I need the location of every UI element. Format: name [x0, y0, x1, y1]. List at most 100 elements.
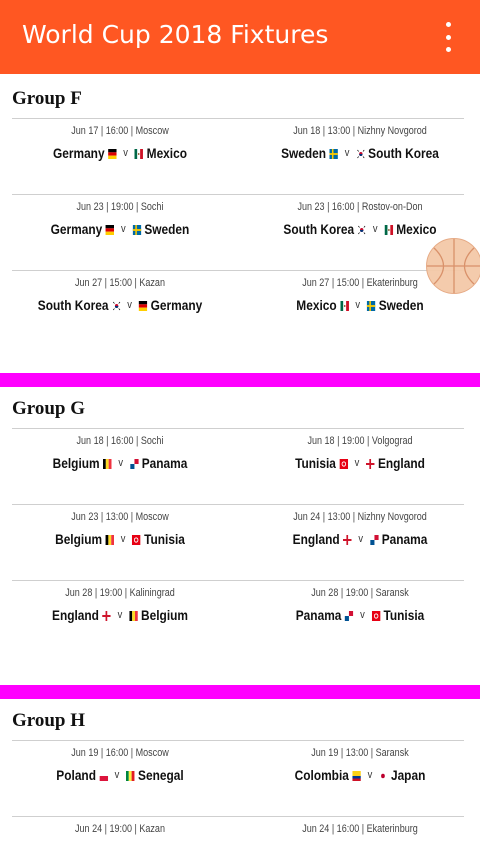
match-teams: Poland v Senegal: [18, 767, 222, 783]
colombia-flag-icon: [349, 767, 364, 783]
match-card[interactable]: Jun 19 | 13:00 | Saransk Colombia v Japan: [240, 747, 480, 783]
match-teams: England v Panama: [258, 531, 462, 547]
match-meta: Jun 28 | 19:00 | Kaliningrad: [65, 587, 175, 599]
match-teams: Belgium v Panama: [18, 455, 222, 471]
versus-label: v: [358, 533, 363, 545]
away-team: Sweden: [378, 297, 424, 313]
match-teams: South Korea v Mexico: [258, 221, 462, 237]
japan-flag-icon: [376, 767, 391, 783]
group-title: Group H: [12, 710, 86, 731]
match-meta: Jun 17 | 16:00 | Moscow: [71, 125, 169, 137]
versus-label: v: [120, 533, 126, 545]
poland-flag-icon: [96, 767, 111, 783]
row-separator: [12, 118, 464, 119]
match-meta: Jun 23 | 19:00 | Sochi: [76, 201, 164, 213]
south-korea-flag-icon: [353, 145, 368, 161]
match-card[interactable]: Jun 23 | 16:00 | Rostov-on-Don South Kore…: [240, 201, 480, 237]
match-teams: Panama v Tunisia: [258, 607, 462, 623]
match-card[interactable]: Jun 19 | 16:00 | Moscow Poland v Senegal: [0, 747, 240, 783]
match-teams: Belgium v Tunisia: [18, 531, 222, 547]
versus-label: v: [120, 223, 126, 235]
app-bar: World Cup 2018 Fixtures: [0, 0, 480, 74]
group-divider: [0, 373, 480, 387]
away-team: Tunisia: [383, 607, 425, 623]
versus-label: v: [117, 609, 123, 621]
row-separator: [12, 504, 464, 505]
germany-flag-icon: [135, 297, 150, 313]
group-title: Group F: [12, 88, 82, 109]
match-card[interactable]: Jun 18 | 13:00 | Nizhny Novgorod Sweden v S…: [240, 125, 480, 161]
tunisia-flag-icon: [336, 455, 351, 471]
match-card[interactable]: Jun 17 | 16:00 | Moscow Germany v Mexico: [0, 125, 240, 161]
england-flag-icon: [340, 531, 355, 547]
more-vert-icon[interactable]: [436, 22, 460, 52]
match-card[interactable]: Jun 27 | 15:00 | Kazan South Korea v German…: [0, 277, 240, 313]
england-flag-icon: [99, 607, 114, 623]
basketball-icon[interactable]: [426, 238, 480, 294]
match-card[interactable]: Jun 23 | 13:00 | Moscow Belgium v Tunisia: [0, 511, 240, 547]
app-title: World Cup 2018 Fixtures: [22, 20, 329, 49]
belgium-flag-icon: [126, 607, 141, 623]
match-card[interactable]: Jun 24 | 13:00 | Nizhny Novgorod England v…: [240, 511, 480, 547]
belgium-flag-icon: [100, 455, 115, 471]
mexico-flag-icon: [337, 297, 352, 313]
versus-label: v: [354, 457, 360, 469]
home-team: Germany: [52, 145, 105, 161]
home-team: Panama: [295, 607, 342, 623]
row-separator: [12, 194, 464, 195]
panama-flag-icon: [126, 455, 141, 471]
home-team: England: [52, 607, 99, 623]
match-meta: Jun 24 | 19:00 | Kazan: [75, 823, 165, 835]
group-title: Group G: [12, 398, 86, 419]
row-separator: [12, 428, 464, 429]
match-card[interactable]: Jun 24 | 16:00 | Ekaterinburg: [240, 823, 480, 835]
home-team: Tunisia: [295, 455, 336, 471]
versus-label: v: [118, 457, 123, 469]
away-team: Germany: [150, 297, 203, 313]
germany-flag-icon: [102, 221, 117, 237]
row-separator: [12, 270, 464, 271]
match-meta: Jun 18 | 19:00 | Volgograd: [307, 435, 413, 447]
away-team: Mexico: [396, 221, 437, 237]
away-team: Panama: [381, 531, 428, 547]
away-team: Mexico: [146, 145, 188, 161]
mexico-flag-icon: [381, 221, 396, 237]
row-separator: [12, 580, 464, 581]
match-teams: Germany v Sweden: [18, 221, 222, 237]
match-teams: Sweden v South Korea: [258, 145, 462, 161]
match-meta: Jun 19 | 13:00 | Saransk: [311, 747, 409, 759]
home-team: Mexico: [296, 297, 337, 313]
panama-flag-icon: [341, 607, 356, 623]
home-team: Poland: [56, 767, 96, 783]
away-team: Panama: [141, 455, 188, 471]
tunisia-flag-icon: [129, 531, 144, 547]
match-card[interactable]: Jun 23 | 19:00 | Sochi Germany v Sweden: [0, 201, 240, 237]
home-team: South Korea: [283, 221, 355, 237]
senegal-flag-icon: [123, 767, 138, 783]
versus-label: v: [355, 299, 361, 311]
match-card[interactable]: Jun 28 | 19:00 | Saransk Panama v Tunisia: [240, 587, 480, 623]
home-team: Germany: [50, 221, 103, 237]
match-card[interactable]: Jun 18 | 19:00 | Volgograd Tunisia v Englan…: [240, 435, 480, 471]
group-divider: [0, 685, 480, 699]
versus-label: v: [344, 147, 350, 159]
match-meta: Jun 18 | 13:00 | Nizhny Novgorod: [293, 125, 427, 137]
south-korea-flag-icon: [354, 221, 369, 237]
sweden-flag-icon: [363, 297, 378, 313]
match-teams: South Korea v Germany: [18, 297, 222, 313]
mexico-flag-icon: [131, 145, 146, 161]
away-team: Japan: [390, 767, 426, 783]
versus-label: v: [123, 147, 128, 159]
row-separator: [12, 740, 464, 741]
match-meta: Jun 19 | 16:00 | Moscow: [71, 747, 169, 759]
versus-label: v: [367, 769, 373, 781]
match-card[interactable]: Jun 18 | 16:00 | Sochi Belgium v Panama: [0, 435, 240, 471]
match-teams: Colombia v Japan: [258, 767, 462, 783]
versus-label: v: [127, 299, 132, 311]
away-team: Tunisia: [144, 531, 185, 547]
match-card[interactable]: Jun 24 | 19:00 | Kazan: [0, 823, 240, 835]
home-team: Colombia: [294, 767, 349, 783]
home-team: Belgium: [55, 531, 103, 547]
sweden-flag-icon: [129, 221, 144, 237]
match-card[interactable]: Jun 28 | 19:00 | Kaliningrad England v Belg…: [0, 587, 240, 623]
